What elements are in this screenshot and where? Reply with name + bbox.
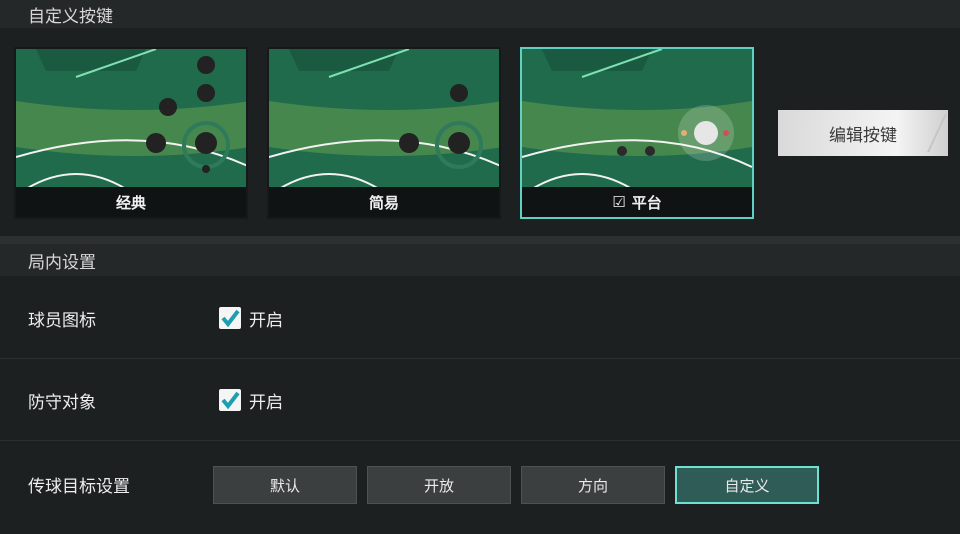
pass-option-open[interactable]: 开放: [367, 466, 511, 504]
player-icon-toggle[interactable]: 开启: [219, 277, 283, 359]
pass-option-default[interactable]: 默认: [213, 466, 357, 504]
layout-label-classic: 经典: [115, 193, 146, 212]
layout-caption: 简易: [269, 187, 499, 217]
layout-card-classic[interactable]: 经典: [14, 47, 248, 219]
defense-target-label: 防守对象: [28, 392, 96, 413]
layout-preview-platform: [522, 49, 752, 189]
defense-target-toggle[interactable]: 开启: [219, 359, 283, 441]
custom-keys-header: 自定义按键: [0, 0, 960, 28]
decor-slash-icon: [911, 114, 947, 152]
layout-caption: 经典: [16, 187, 246, 217]
settings-row-defense-target: 防守对象 开启: [0, 359, 960, 441]
selected-check-icon: ☑: [612, 193, 626, 211]
section-divider: [0, 236, 960, 244]
checkbox-checked-icon[interactable]: [219, 389, 241, 411]
layout-caption: ☑ 平台: [522, 187, 752, 217]
layout-label-platform: 平台: [631, 193, 662, 212]
ingame-settings-title: 局内设置: [28, 252, 96, 273]
layout-card-platform[interactable]: ☑ 平台: [520, 47, 754, 219]
defense-target-option: 开启: [249, 392, 283, 413]
checkbox-checked-icon[interactable]: [219, 307, 241, 329]
layout-preview-classic: [16, 49, 246, 189]
layout-label-simple: 简易: [368, 193, 399, 212]
player-icon-option: 开启: [249, 310, 283, 331]
pass-option-custom[interactable]: 自定义: [675, 466, 819, 504]
pass-target-label: 传球目标设置: [28, 476, 130, 497]
layout-preview-simple: [269, 49, 499, 189]
custom-keys-title: 自定义按键: [28, 6, 113, 27]
edit-keys-label: 编辑按键: [829, 125, 897, 146]
player-icon-label: 球员图标: [28, 310, 96, 331]
pass-option-direction[interactable]: 方向: [521, 466, 665, 504]
layout-card-simple[interactable]: 简易: [267, 47, 501, 219]
edit-keys-button[interactable]: 编辑按键: [778, 110, 948, 156]
settings-row-player-icon: 球员图标 开启: [0, 277, 960, 359]
ingame-settings-header: 局内设置: [0, 244, 960, 276]
